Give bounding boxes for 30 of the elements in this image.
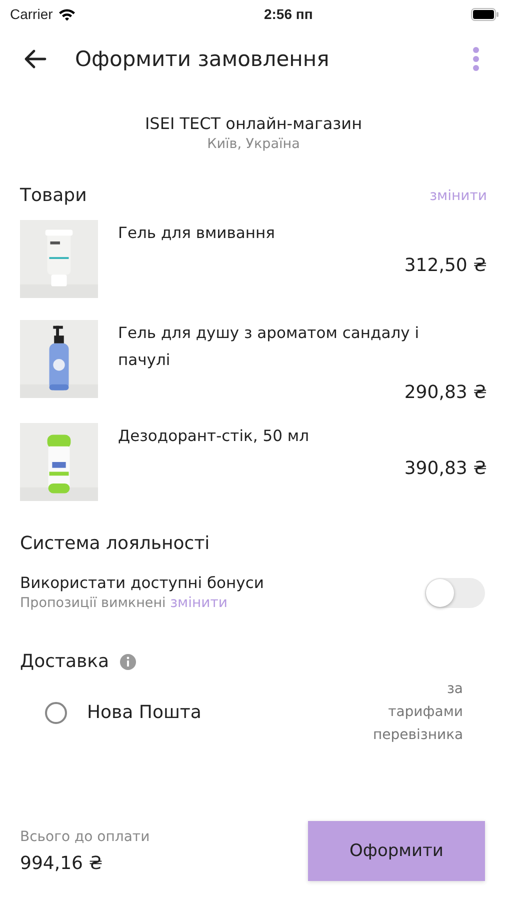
bonus-toggle[interactable]: [425, 578, 485, 608]
product-name: Гель для вмивання: [118, 223, 276, 244]
radio-button[interactable]: [45, 702, 67, 724]
back-arrow-icon[interactable]: [23, 49, 47, 69]
shop-location: Київ, Україна: [206, 136, 301, 152]
wifi-icon: [58, 8, 76, 20]
product-price: 290,83 ₴: [403, 382, 487, 403]
section-title: Доставка: [20, 651, 109, 672]
total-label: Всього до оплати: [20, 828, 150, 844]
change-link[interactable]: змінити: [430, 188, 487, 204]
delivery-price: за тарифами перевізника: [373, 680, 463, 745]
product-name: Дезодорант-стік, 50 мл: [118, 426, 310, 447]
product-name: Гель для душу з ароматом сандалу і пачулі: [118, 323, 420, 371]
delivery-name: Нова Пошта: [86, 702, 202, 723]
total-amount: 994,16 ₴: [20, 852, 104, 874]
section-title: Система лояльності: [20, 533, 211, 554]
section-title: Товари: [20, 185, 87, 206]
offers-status: Пропозиції вимкнені: [20, 595, 166, 611]
product-price: 312,50 ₴: [403, 255, 487, 276]
page-title: Оформити замовлення: [75, 47, 330, 71]
change-link[interactable]: змінити: [170, 595, 228, 611]
more-menu-icon[interactable]: [472, 46, 480, 72]
product-price: 390,83 ₴: [403, 458, 487, 479]
battery-icon: [470, 8, 499, 20]
checkout-button[interactable]: Оформити: [308, 821, 485, 881]
status-time: 2:56 пп: [264, 6, 313, 22]
info-icon[interactable]: [119, 652, 137, 670]
shop-name: ISEI ТЕСТ онлайн-магазин: [144, 114, 364, 133]
bonus-label: Використати доступні бонуси: [20, 574, 264, 592]
carrier-label: Carrier: [10, 6, 53, 22]
